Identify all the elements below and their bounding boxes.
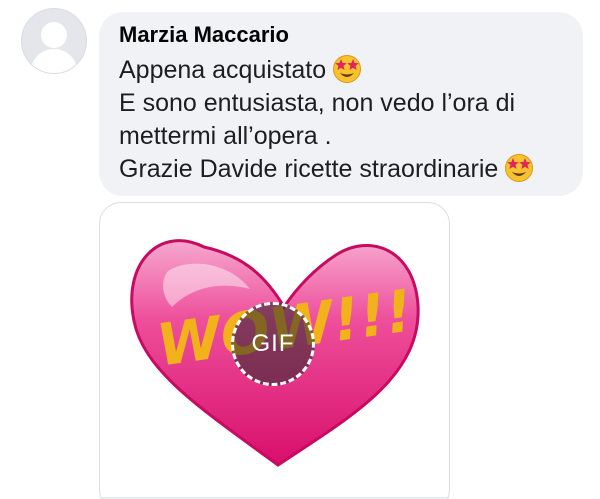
comment-line: E sono entusiasta, non vedo l’ora di bbox=[119, 87, 565, 120]
comment-author[interactable]: Marzia Maccario bbox=[119, 22, 565, 48]
comment-line: Appena acquistato bbox=[119, 54, 565, 87]
comment-text: Grazie Davide ricette straordinarie bbox=[119, 155, 499, 183]
gif-play-badge[interactable]: GIF bbox=[231, 302, 315, 386]
avatar[interactable] bbox=[21, 8, 87, 74]
star-struck-emoji-icon bbox=[333, 55, 362, 83]
comment-text: Appena acquistato bbox=[119, 56, 327, 84]
default-profile-icon bbox=[30, 22, 78, 73]
comment-line: Grazie Davide ricette straordinarie bbox=[119, 153, 565, 186]
comment-text: E sono entusiasta, non vedo l’ora di bbox=[119, 89, 516, 117]
comment-bubble: Marzia Maccario Appena acquistato E sono… bbox=[99, 12, 583, 196]
comment-text: mettermi all’opera . bbox=[119, 122, 332, 150]
gif-attachment[interactable]: WOW!!! GIF bbox=[99, 202, 450, 499]
comment-thread: Marzia Maccario Appena acquistato E sono… bbox=[0, 0, 600, 499]
star-struck-emoji-icon bbox=[505, 154, 534, 182]
comment-line: mettermi all’opera . bbox=[119, 120, 565, 153]
